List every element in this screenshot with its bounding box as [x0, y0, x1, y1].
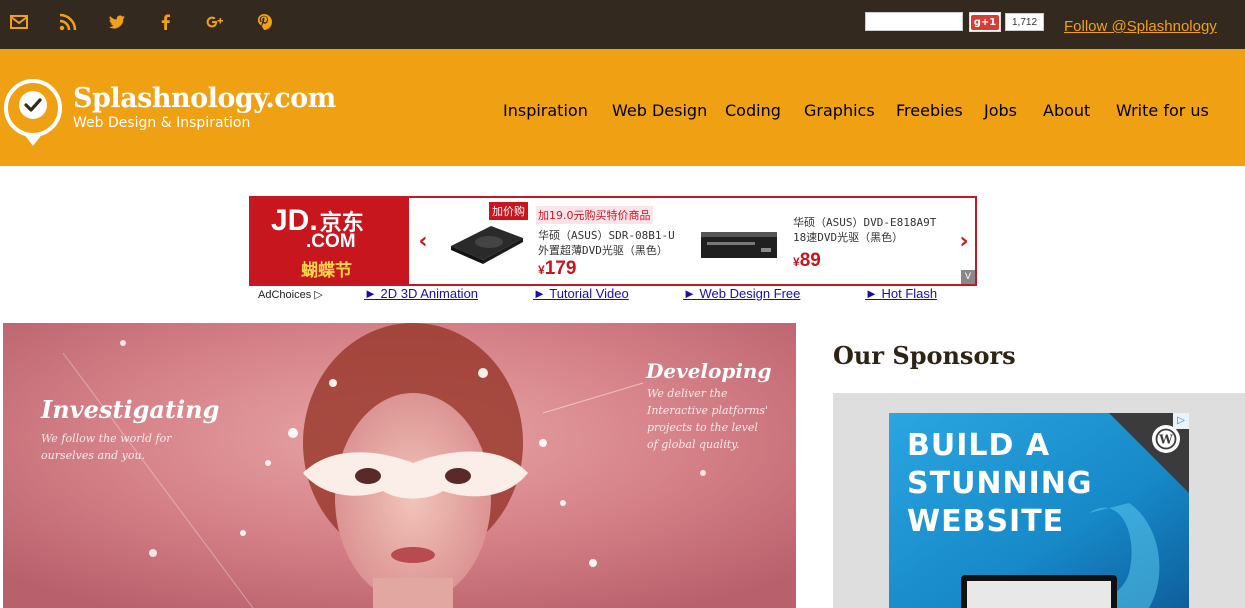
mail-icon[interactable] [7, 10, 31, 34]
nav-freebies[interactable]: Freebies [896, 101, 963, 120]
site-name[interactable]: Splashnology.com [73, 83, 336, 114]
wordpress-icon: W [1152, 425, 1180, 453]
jd-ad-banner[interactable]: JD.京东 .COM 蝴蝶节 ‹ › 加价购 加19.0元购买特价商品 华硕（A… [249, 196, 977, 286]
wordpress-sponsor-ad[interactable]: BUILD A STUNNING WEBSITE W ▷ [889, 413, 1189, 608]
ad-corner-badge[interactable]: V [961, 270, 975, 284]
nav-about[interactable]: About [1043, 101, 1090, 120]
hero-left-subtitle: We follow the world for ourselves and yo… [41, 432, 172, 462]
price-value: 179 [544, 258, 577, 279]
google-plus-icon[interactable] [203, 10, 227, 34]
nav-web-design[interactable]: Web Design [612, 101, 707, 120]
pinterest-icon[interactable] [252, 10, 276, 34]
adchoices-icon[interactable]: ▷ [1173, 413, 1189, 429]
nav-coding[interactable]: Coding [725, 101, 781, 120]
product-name[interactable]: 华硕（ASUS）DVD-E818A9T 18速DVD光驱（黑色） [793, 215, 936, 245]
product-name-line: 华硕（ASUS）SDR-08B1-U [538, 229, 675, 242]
google-plus-one-button[interactable]: g+1 [969, 12, 1001, 32]
product-name-line: 华硕（ASUS）DVD-E818A9T [793, 216, 937, 229]
follow-twitter-link[interactable]: Follow @Splashnology [1064, 18, 1217, 35]
product-name-line: 外置超薄DVD光驱（黑色） [538, 244, 668, 257]
google-plus-one-label: g+1 [970, 14, 1000, 30]
currency-symbol: ¥ [538, 263, 545, 277]
sponsors-heading: Our Sponsors [833, 341, 1016, 370]
product-name-line: 18速DVD光驱（黑色） [793, 231, 904, 244]
nav-inspiration[interactable]: Inspiration [503, 101, 588, 120]
sponsor-box: BUILD A STUNNING WEBSITE W ▷ [833, 393, 1245, 608]
nav-write-for-us[interactable]: Write for us [1116, 101, 1209, 120]
sponsor-headline: BUILD A STUNNING WEBSITE [907, 427, 1093, 541]
sponsor-headline-line: WEBSITE [907, 504, 1065, 539]
rss-icon[interactable] [56, 10, 80, 34]
sponsor-headline-line: BUILD A [907, 428, 1051, 463]
top-bar: g+1 1,712 Follow @Splashnology [0, 0, 1245, 49]
site-tagline: Web Design & Inspiration [73, 115, 251, 131]
google-plus-count: 1,712 [1005, 13, 1045, 31]
hero-right-subtitle: We deliver the Interactive platforms' pr… [647, 387, 769, 451]
product-price: ¥89 [793, 250, 821, 272]
ad-prev-arrow[interactable]: ‹ [413, 218, 433, 264]
svg-text:W: W [1158, 433, 1173, 447]
ad-next-arrow[interactable]: › [954, 218, 974, 264]
product-image-internal-dvd[interactable] [699, 224, 781, 264]
facebook-icon[interactable] [154, 10, 178, 34]
ad-link[interactable]: ► 2D 3D Animation [364, 286, 478, 301]
checkmark-icon [19, 91, 47, 119]
ad-link[interactable]: ► Web Design Free [683, 286, 800, 301]
price-value: 89 [799, 250, 821, 271]
hero-left-title: Investigating [41, 395, 220, 424]
nav-jobs[interactable]: Jobs [984, 101, 1017, 120]
jd-com-text: .COM [306, 231, 356, 252]
hero-right-title: Developing [646, 359, 772, 383]
hero-image[interactable]: Investigating We follow the world for ou… [3, 323, 796, 608]
ad-link[interactable]: ► Tutorial Video [533, 286, 629, 301]
sponsor-headline-line: STUNNING [907, 466, 1093, 501]
search-input[interactable] [865, 12, 963, 31]
jd-festival-text: 蝴蝶节 [301, 261, 352, 281]
site-header: Splashnology.com Web Design & Inspiratio… [0, 49, 1245, 166]
nav-graphics[interactable]: Graphics [804, 101, 875, 120]
twitter-icon[interactable] [105, 10, 129, 34]
product-name[interactable]: 华硕（ASUS）SDR-08B1-U 外置超薄DVD光驱（黑色） [538, 228, 675, 258]
promo-text[interactable]: 加19.0元购买特价商品 [536, 206, 653, 224]
jd-logo-block: JD.京东 .COM 蝴蝶节 [251, 198, 409, 284]
currency-symbol: ¥ [793, 255, 800, 269]
adchoices-label[interactable]: AdChoices ▷ [258, 288, 323, 301]
ad-link[interactable]: ► Hot Flash [865, 286, 937, 301]
product-price: ¥179 [538, 258, 576, 280]
product-image-slim-dvd[interactable] [447, 216, 525, 266]
